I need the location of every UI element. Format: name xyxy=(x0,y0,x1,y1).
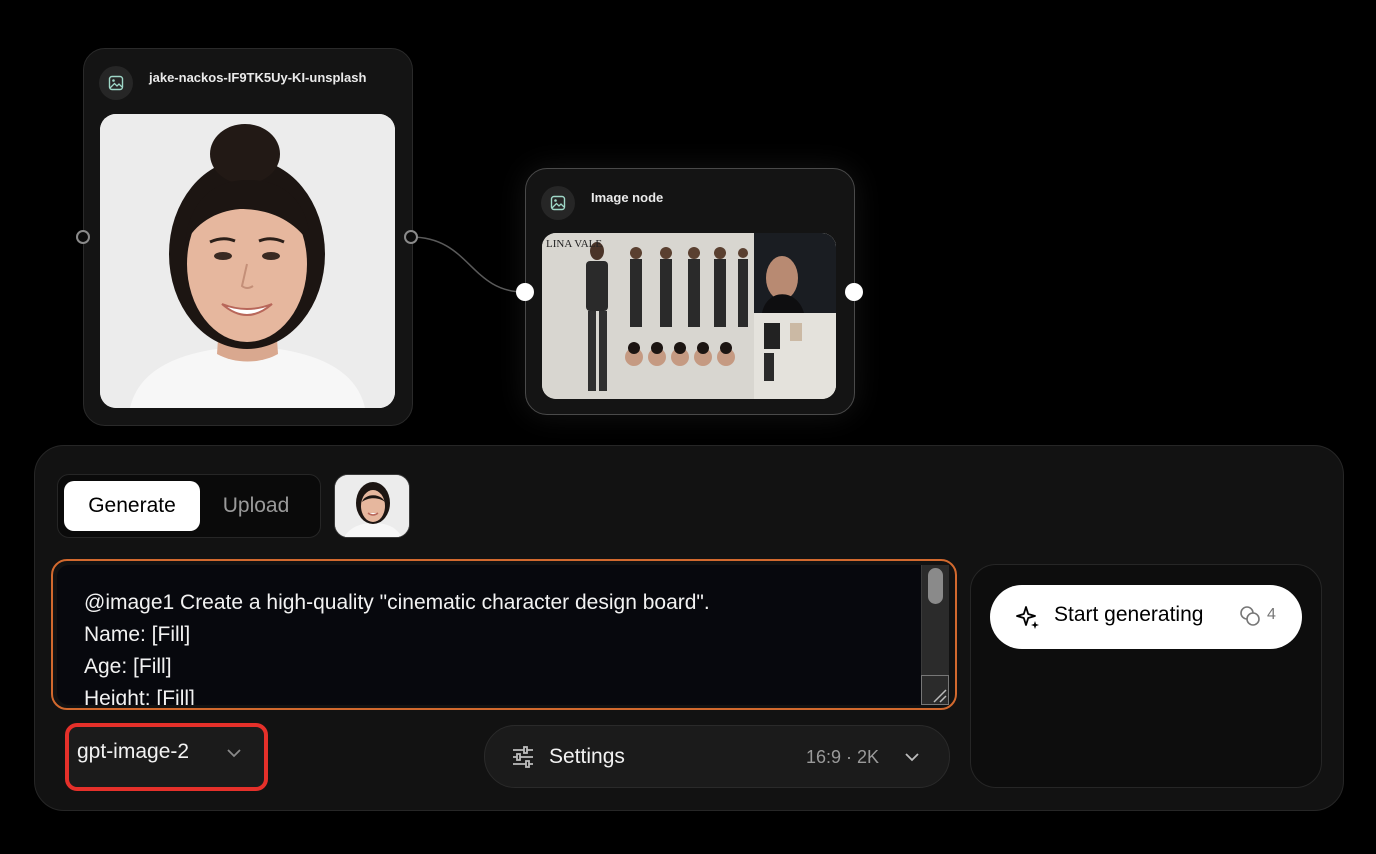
sparkle-icon xyxy=(1014,604,1042,637)
output-output-handle[interactable] xyxy=(845,283,863,301)
settings-label: Settings xyxy=(549,745,625,768)
output-node-title: Image node xyxy=(591,190,664,205)
source-output-handle[interactable] xyxy=(404,230,418,244)
board-heading: LINA VALE xyxy=(546,238,602,250)
tab-upload[interactable]: Upload xyxy=(200,481,312,531)
reference-image-thumbnail[interactable] xyxy=(334,474,410,538)
start-generating-label: Start generating xyxy=(1054,603,1204,626)
chevron-down-icon xyxy=(224,744,244,767)
sliders-icon xyxy=(510,744,536,775)
source-input-handle[interactable] xyxy=(76,230,90,244)
model-select-label: gpt-image-2 xyxy=(77,740,190,763)
image-icon xyxy=(99,66,133,100)
character-board-image: LINA VALE xyxy=(542,233,836,399)
resize-handle[interactable] xyxy=(921,675,949,705)
image-icon xyxy=(541,186,575,220)
credit-cost: 4 xyxy=(1267,606,1276,623)
settings-value: 16:9 · 2K xyxy=(806,747,880,767)
start-generating-button[interactable]: Start generating 4 xyxy=(990,585,1302,649)
source-node-title: jake-nackos-IF9TK5Uy-KI-unsplash xyxy=(149,70,367,85)
tab-generate[interactable]: Generate xyxy=(64,481,200,531)
coins-icon xyxy=(1239,605,1261,632)
portrait-image xyxy=(100,114,395,408)
prompt-textarea[interactable]: @image1 Create a high-quality "cinematic… xyxy=(57,565,921,705)
chevron-down-icon xyxy=(902,748,922,771)
prompt-scroll-thumb[interactable] xyxy=(928,568,943,604)
output-input-handle[interactable] xyxy=(516,283,534,301)
